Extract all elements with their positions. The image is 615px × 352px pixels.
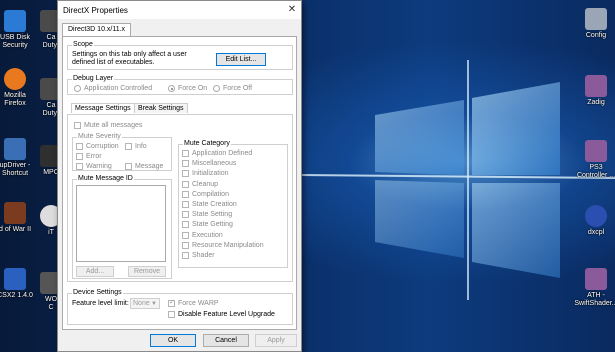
info-checkbox[interactable] (125, 143, 132, 150)
category-state-setting-label: State Setting (192, 211, 233, 219)
dxcpl-icon (585, 205, 607, 227)
info-label: Info (135, 143, 147, 150)
warning-checkbox[interactable] (76, 163, 83, 170)
mute-message-id-label: Mute Message ID (77, 175, 134, 182)
mute-all-checkbox[interactable] (74, 122, 81, 129)
tab-strip: Direct3D 10.x/11.x (62, 23, 132, 37)
mute-severity-label: Mute Severity (77, 133, 122, 140)
category-application-defined-label: Application Defined (192, 150, 253, 157)
force-warp-label: Force WARP (178, 300, 219, 307)
config-icon (585, 8, 607, 30)
message-settings-panel: Mute all messages Mute Severity Corrupti… (67, 114, 293, 282)
category-miscellaneous-label: Miscellaneous (192, 160, 237, 168)
category-miscellaneous-checkbox[interactable] (182, 160, 189, 168)
category-state-getting-label: State Getting (192, 221, 233, 229)
edit-list-button[interactable]: Edit List... (216, 53, 266, 66)
pcsx2-icon (4, 268, 26, 290)
feature-level-value: None (133, 300, 150, 307)
category-execution-label: Execution (192, 231, 223, 239)
mute-all-label: Mute all messages (84, 122, 143, 129)
category-compilation-checkbox[interactable] (182, 190, 189, 198)
archive-icon (585, 268, 607, 290)
directx-properties-dialog: DirectX Properties ✕ Direct3D 10.x/11.x … (57, 0, 302, 352)
zadig-icon (585, 75, 607, 97)
dialog-title: DirectX Properties (63, 5, 128, 15)
mute-severity-group: Mute Severity Corruption Info Error Warn… (72, 133, 172, 171)
category-application-defined-checkbox[interactable] (182, 150, 189, 157)
category-state-setting-checkbox[interactable] (182, 211, 189, 219)
category-initialization-checkbox[interactable] (182, 170, 189, 178)
desktop-icon-config[interactable]: Config (569, 8, 615, 40)
tab-message-settings[interactable]: Message Settings (71, 103, 135, 113)
error-checkbox[interactable] (76, 153, 83, 160)
device-settings-label: Device Settings (72, 289, 123, 296)
device-settings-group: Device Settings Feature level limit: Non… (67, 289, 293, 325)
radio-force-on[interactable] (168, 85, 175, 92)
desktop-icon-ath-swiftshader[interactable]: ATH - SwiftShader... (569, 268, 615, 308)
debug-layer-label: Debug Layer (72, 75, 115, 82)
feature-level-select[interactable]: None ▼ (130, 298, 160, 309)
driver-icon (4, 138, 26, 160)
category-shader-checkbox[interactable] (182, 252, 189, 259)
feature-level-label: Feature level limit: (72, 300, 129, 307)
category-cleanup-label: Cleanup (192, 180, 219, 188)
category-state-creation-label: State Creation (192, 201, 237, 208)
category-resource-manipulation-checkbox[interactable] (182, 241, 189, 249)
chevron-down-icon: ▼ (151, 301, 157, 307)
mute-category-label: Mute Category (183, 140, 231, 147)
tab-break-settings[interactable]: Break Settings (134, 103, 188, 113)
game-icon (4, 202, 26, 224)
archive-icon (585, 140, 607, 162)
scope-description: Settings on this tab only affect a user … (72, 51, 187, 66)
category-state-getting-checkbox[interactable] (182, 221, 189, 229)
category-execution-checkbox[interactable] (182, 231, 189, 239)
usb-disk-icon (4, 10, 26, 32)
error-label: Error (86, 153, 102, 160)
category-resource-manipulation-label: Resource Manipulation (192, 241, 264, 249)
firefox-icon (4, 68, 26, 90)
desktop-icon-ps3-controller[interactable]: PS3 Controller ... (569, 140, 615, 180)
close-icon[interactable]: ✕ (283, 1, 301, 19)
desktop-icon-zadig[interactable]: Zadig (569, 75, 615, 107)
category-state-creation-checkbox[interactable] (182, 201, 189, 208)
category-initialization-label: Initialization (192, 170, 229, 178)
disable-upgrade-checkbox[interactable] (168, 311, 175, 318)
cancel-button[interactable]: Cancel (203, 334, 249, 347)
force-on-label: Force On (178, 85, 208, 92)
tab-page: Scope Settings on this tab only affect a… (62, 36, 297, 330)
mute-category-group: Mute Category Application Defined Miscell… (178, 140, 288, 268)
remove-button[interactable]: Remove (128, 266, 166, 277)
scope-group: Scope Settings on this tab only affect a… (67, 41, 293, 70)
ok-button[interactable]: OK (150, 334, 196, 347)
message-label: Message (135, 163, 164, 170)
add-button[interactable]: Add... (76, 266, 114, 277)
title-bar: DirectX Properties ✕ (58, 1, 301, 19)
force-warp-checkbox[interactable] (168, 298, 175, 307)
category-shader-label: Shader (192, 252, 215, 259)
message-id-list[interactable] (76, 185, 166, 262)
debug-layer-group: Debug Layer Application Controlled Force… (67, 75, 293, 95)
message-checkbox[interactable] (125, 163, 132, 170)
radio-force-off[interactable] (213, 85, 220, 92)
corruption-label: Corruption (86, 143, 119, 150)
scope-label: Scope (72, 41, 94, 48)
corruption-checkbox[interactable] (76, 143, 83, 150)
apply-button[interactable]: Apply (255, 334, 297, 347)
mute-message-id-group: Mute Message ID Add... Remove (72, 175, 172, 279)
force-off-label: Force Off (223, 85, 253, 92)
radio-application-controlled[interactable] (74, 85, 81, 92)
application-controlled-label: Application Controlled (84, 85, 153, 92)
desktop-icon-dxcpl[interactable]: dxcpl (569, 205, 615, 237)
disable-upgrade-label: Disable Feature Level Upgrade (178, 311, 275, 318)
tab-direct3d-10-11[interactable]: Direct3D 10.x/11.x (62, 23, 132, 37)
warning-label: Warning (86, 163, 112, 170)
category-cleanup-checkbox[interactable] (182, 180, 189, 188)
category-compilation-label: Compilation (192, 190, 229, 198)
